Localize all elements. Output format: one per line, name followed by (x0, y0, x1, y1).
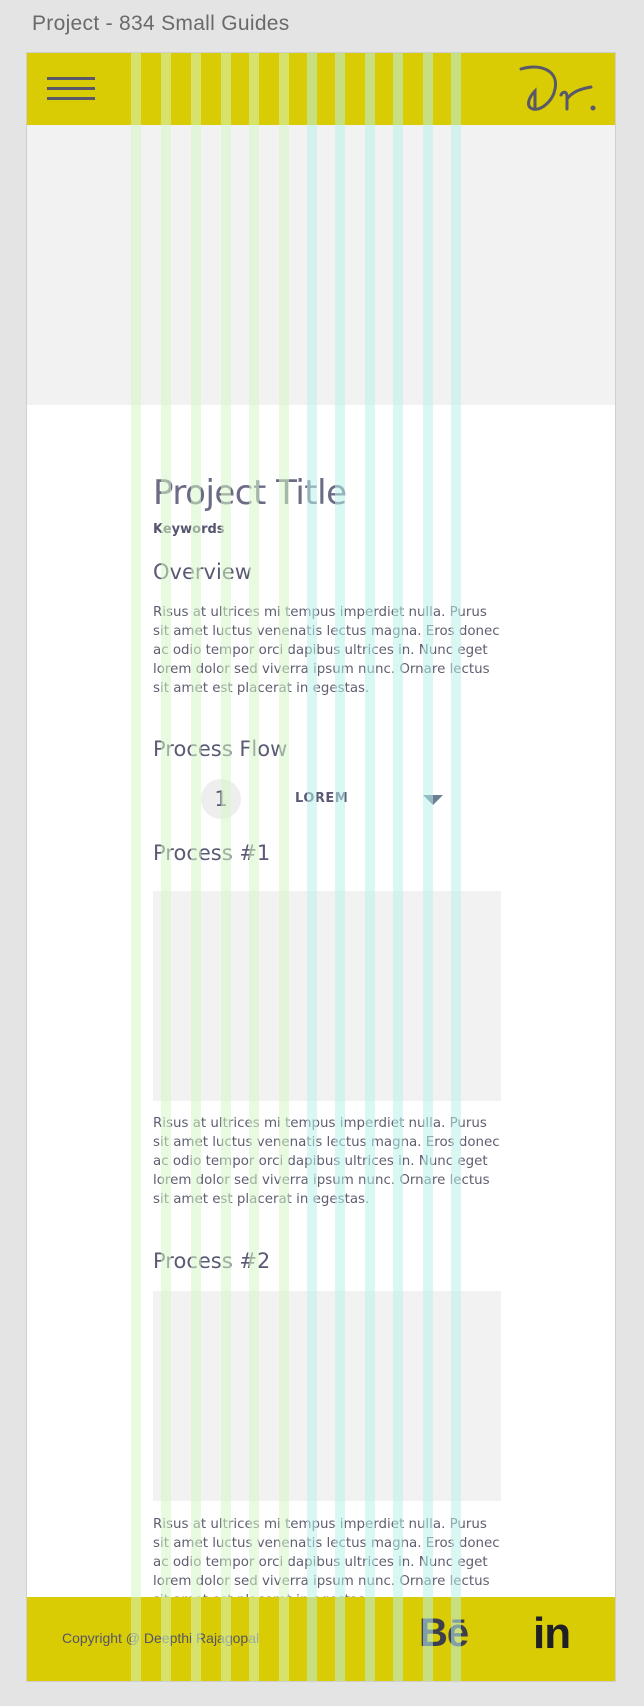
project-title: Project Title (153, 473, 347, 513)
linkedin-icon[interactable]: in (533, 1609, 571, 1659)
project-keywords: Keywords (153, 522, 225, 537)
caret-down-icon[interactable] (423, 795, 443, 805)
site-header (27, 53, 615, 125)
overview-text: Risus at ultrices mi tempus imperdiet nu… (153, 605, 500, 696)
process-1-image-placeholder (153, 891, 501, 1101)
artboard: Project Title Keywords Overview Risus at… (26, 52, 616, 1682)
hero-image-placeholder (27, 125, 615, 405)
overview-heading: Overview (153, 560, 252, 584)
signature-logo-icon[interactable] (511, 61, 601, 117)
step-number[interactable]: 1 (201, 779, 241, 819)
process-1-heading: Process #1 (153, 841, 271, 865)
site-footer: Copyright @ Deepthi Rajagopal Bē in (27, 1597, 615, 1681)
behance-icon[interactable]: Bē (419, 1611, 469, 1656)
process-2-heading: Process #2 (153, 1249, 271, 1273)
process-2-text: Risus at ultrices mi tempus imperdiet nu… (153, 1517, 500, 1608)
copyright-text: Copyright @ Deepthi Rajagopal (62, 1630, 260, 1646)
step-label[interactable]: LOREM (295, 791, 348, 806)
artboard-name: Project - 834 Small Guides (32, 12, 290, 35)
process-flow-heading: Process Flow (153, 737, 288, 761)
hamburger-menu-icon[interactable] (47, 77, 95, 101)
process-2-image-placeholder (153, 1291, 501, 1501)
process-1-text: Risus at ultrices mi tempus imperdiet nu… (153, 1116, 500, 1207)
